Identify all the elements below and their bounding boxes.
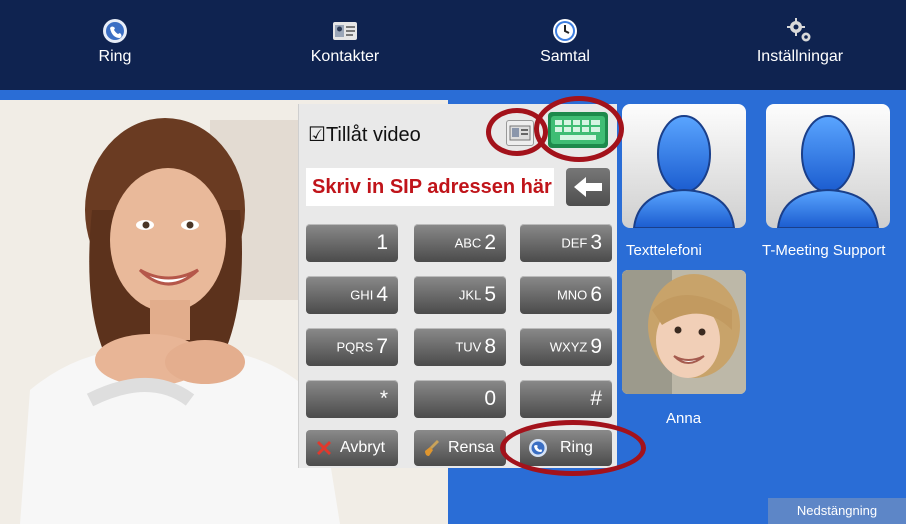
key-digit: # <box>590 387 602 410</box>
highlight-ring-keyboard-button <box>534 96 624 162</box>
tab-label: Samtal <box>540 48 590 65</box>
tab-ring[interactable]: Ring <box>60 0 170 90</box>
keypad-key-7[interactable]: PQRS 7 <box>306 328 398 366</box>
broom-icon <box>425 440 439 456</box>
cancel-button[interactable]: Avbryt <box>306 430 398 466</box>
keypad-key-star[interactable]: * <box>306 380 398 418</box>
tab-samtal[interactable]: Samtal <box>510 0 620 90</box>
keypad-key-hash[interactable]: # <box>520 380 612 418</box>
contact-photo-girl <box>622 270 746 394</box>
key-digit: 0 <box>484 387 496 410</box>
key-letters: WXYZ <box>549 339 588 355</box>
keypad-key-9[interactable]: WXYZ 9 <box>520 328 612 366</box>
allow-video-row[interactable]: ☑Tillåt video <box>308 122 421 147</box>
tab-installningar[interactable]: Inställningar <box>730 0 870 90</box>
key-digit: 2 <box>484 231 496 254</box>
key-letters: ABC <box>454 235 482 251</box>
key-digit: 8 <box>484 335 496 358</box>
contact-tile-texttelefoni[interactable] <box>622 104 746 228</box>
key-digit: 5 <box>484 283 496 306</box>
key-letters: MNO <box>556 287 588 303</box>
keypad-key-2[interactable]: ABC 2 <box>414 224 506 262</box>
keypad-key-0[interactable]: 0 <box>414 380 506 418</box>
person-silhouette-icon <box>632 115 736 228</box>
backspace-button[interactable] <box>566 168 610 206</box>
key-digit: 3 <box>590 231 602 254</box>
highlight-ring-call-button <box>500 420 646 476</box>
checkbox-checkmark-icon[interactable]: ☑ <box>308 124 326 146</box>
contact-card-icon <box>333 22 357 40</box>
key-digit: 4 <box>376 283 388 306</box>
key-digit: * <box>379 387 388 410</box>
key-letters: JKL <box>458 287 482 303</box>
red-x-icon <box>317 441 331 455</box>
gears-icon <box>787 18 811 42</box>
contact-tile-t-meeting-support[interactable] <box>766 104 890 228</box>
keypad-key-5[interactable]: JKL 5 <box>414 276 506 314</box>
key-letters: DEF <box>561 235 588 251</box>
tab-label: Ring <box>98 48 132 65</box>
clear-label: Rensa <box>448 439 495 456</box>
contact-name: T-Meeting Support <box>762 242 886 259</box>
clock-icon <box>553 19 577 43</box>
key-letters: PQRS <box>336 339 374 355</box>
tab-kontakter[interactable]: Kontakter <box>290 0 400 90</box>
keypad-key-3[interactable]: DEF 3 <box>520 224 612 262</box>
top-navigation-bar: Ring Kontakter Samtal Inställningar <box>0 0 906 90</box>
key-digit: 9 <box>590 335 602 358</box>
person-silhouette-icon <box>776 115 880 228</box>
contact-name: Anna <box>666 410 702 427</box>
keypad-key-6[interactable]: MNO 6 <box>520 276 612 314</box>
keypad-key-1[interactable]: 1 <box>306 224 398 262</box>
key-digit: 6 <box>590 283 602 306</box>
arrow-left-icon <box>574 177 602 197</box>
tab-label: Kontakter <box>310 48 380 65</box>
cancel-label: Avbryt <box>340 439 386 456</box>
allow-video-label: Tillåt video <box>325 124 421 146</box>
shutdown-button[interactable]: Nedstängning <box>768 498 906 524</box>
phone-globe-icon <box>103 19 127 43</box>
clear-button[interactable]: Rensa <box>414 430 506 466</box>
key-letters: TUV <box>455 339 482 355</box>
contact-name: Texttelefoni <box>626 242 702 259</box>
contact-tile-anna[interactable] <box>622 270 746 394</box>
keypad-key-8[interactable]: TUV 8 <box>414 328 506 366</box>
key-letters: GHI <box>350 287 374 303</box>
key-digit: 7 <box>376 335 388 358</box>
key-digit: 1 <box>376 231 388 254</box>
tab-label: Inställningar <box>756 48 844 65</box>
sip-address-input[interactable]: Skriv in SIP adressen här <box>306 168 554 206</box>
keypad-key-4[interactable]: GHI 4 <box>306 276 398 314</box>
